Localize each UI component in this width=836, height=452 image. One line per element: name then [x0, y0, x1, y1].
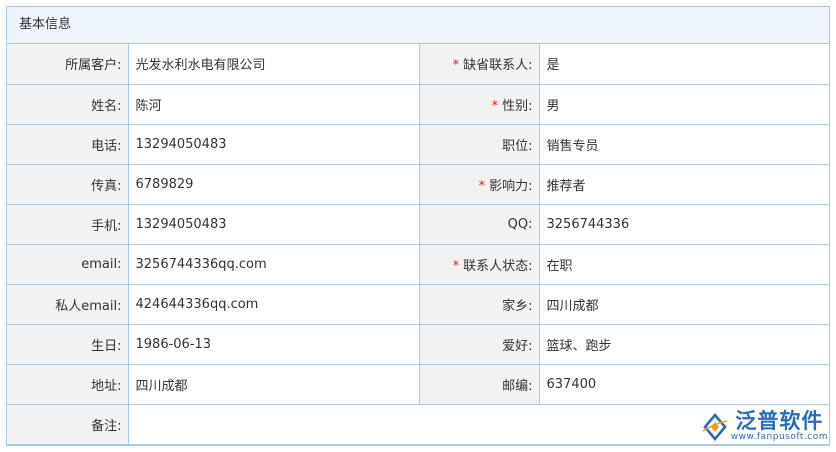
field-label-text: 爱好: — [502, 338, 533, 354]
form-row: 传真: 6789829 * 影响力: 推荐者 — [7, 163, 829, 205]
field-label: QQ: — [418, 203, 540, 245]
field-value: 424644336qq.com — [127, 283, 420, 325]
field-value: 篮球、跑步 — [538, 323, 829, 365]
field-label: * 影响力: — [418, 163, 540, 205]
field-value: 四川成都 — [127, 363, 420, 405]
form-row: 手机: 13294050483 QQ: 3256744336 — [7, 203, 829, 245]
field-label: 爱好: — [418, 323, 540, 365]
field-value: 637400 — [538, 363, 829, 405]
field-label: 家乡: — [418, 283, 540, 325]
field-label-text: 职位: — [502, 138, 533, 154]
field-label-text: 影响力: — [489, 178, 533, 194]
field-label: 电话: — [7, 123, 129, 165]
field-value: 推荐者 — [538, 163, 829, 205]
brand-watermark: 泛普软件 www.fanpusoft.com — [702, 410, 828, 442]
field-label: 传真: — [7, 163, 129, 205]
field-label: * 缺省联系人: — [418, 44, 540, 85]
field-label: 职位: — [418, 123, 540, 165]
field-value: 四川成都 — [538, 283, 829, 325]
field-label-text: 姓名: — [91, 98, 122, 114]
field-label-text: 手机: — [91, 218, 122, 234]
field-label: * 联系人状态: — [418, 243, 540, 285]
basic-info-table: 所属客户: 光发水利水电有限公司 * 缺省联系人: 是姓名: 陈河 * 性别: 男电话: 1329… — [7, 44, 829, 445]
field-label-text: 电话: — [91, 138, 122, 154]
field-value: 1986-06-13 — [127, 323, 420, 365]
field-label: 私人email: — [7, 283, 129, 325]
field-label-text: 生日: — [91, 338, 122, 354]
required-marker: * — [478, 178, 486, 194]
field-label-text: QQ: — [507, 216, 533, 232]
form-row: 姓名: 陈河 * 性别: 男 — [7, 83, 829, 125]
field-label: email: — [7, 243, 129, 285]
field-value: 销售专员 — [538, 123, 829, 165]
field-label-text: 性别: — [502, 98, 533, 114]
form-row: 电话: 13294050483 职位: 销售专员 — [7, 123, 829, 165]
field-label-text: 联系人状态: — [463, 258, 533, 274]
field-value: 3256744336 — [538, 203, 829, 245]
required-marker: * — [452, 258, 460, 274]
form-row: 所属客户: 光发水利水电有限公司 * 缺省联系人: 是 — [7, 44, 829, 85]
field-value: 光发水利水电有限公司 — [127, 44, 420, 85]
field-label: 地址: — [7, 363, 129, 405]
field-label: 邮编: — [418, 363, 540, 405]
field-label: 手机: — [7, 203, 129, 245]
form-row: 私人email: 424644336qq.com 家乡: 四川成都 — [7, 283, 829, 325]
basic-info-panel: 基本信息 所属客户: 光发水利水电有限公司 * 缺省联系人: 是姓名: 陈河 * 性别: 男电话… — [6, 6, 830, 446]
field-label-text: 所属客户: — [65, 58, 122, 74]
field-value: 13294050483 — [127, 203, 420, 245]
field-value: 3256744336qq.com — [127, 243, 420, 285]
brand-name: 泛普软件 — [735, 409, 824, 433]
brand-url: www.fanpusoft.com — [730, 432, 828, 442]
field-value: 男 — [538, 83, 829, 125]
required-marker: * — [491, 98, 499, 114]
field-label-text: 家乡: — [502, 298, 533, 314]
field-label-text: 私人email: — [55, 298, 122, 314]
field-label-text: 缺省联系人: — [463, 58, 533, 74]
field-value: 陈河 — [127, 83, 420, 125]
field-label: 所属客户: — [7, 44, 129, 85]
field-value: 是 — [538, 44, 829, 85]
field-label: * 性别: — [418, 83, 540, 125]
field-label: 生日: — [7, 323, 129, 365]
required-marker: * — [452, 58, 460, 74]
field-value: 13294050483 — [127, 123, 420, 165]
form-row: 地址: 四川成都 邮编: 637400 — [7, 363, 829, 405]
form-row: email: 3256744336qq.com * 联系人状态: 在职 — [7, 243, 829, 285]
form-row: 生日: 1986-06-13 爱好: 篮球、跑步 — [7, 323, 829, 365]
field-value: 在职 — [538, 243, 829, 285]
field-value: 6789829 — [127, 163, 420, 205]
field-label: 姓名: — [7, 83, 129, 125]
field-label-text: 地址: — [91, 378, 122, 394]
section-title: 基本信息 — [7, 7, 829, 44]
field-label-text: 邮编: — [502, 378, 533, 394]
field-label-text: 传真: — [91, 178, 122, 194]
field-label-text: email: — [81, 256, 122, 272]
brand-logo-icon — [702, 412, 727, 441]
remark-label: 备注: — [7, 403, 129, 445]
